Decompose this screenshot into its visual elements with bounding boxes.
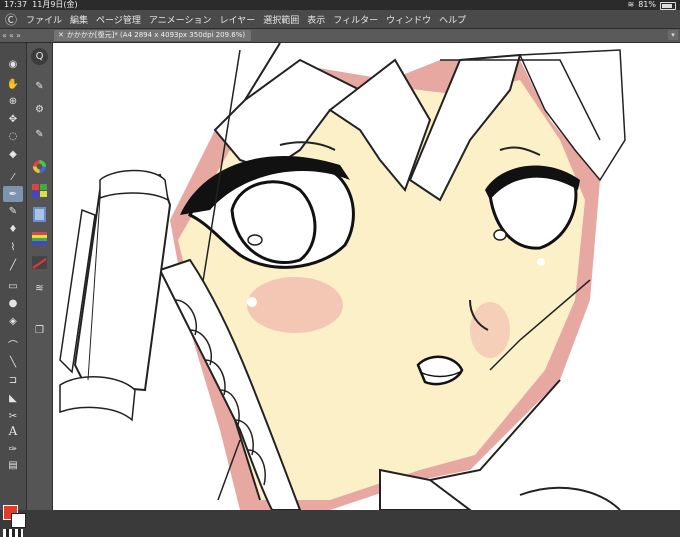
menu-edit[interactable]: 編集 — [70, 13, 88, 26]
airbrush-icon[interactable]: ⌇ — [3, 239, 23, 255]
menu-view[interactable]: 表示 — [307, 13, 325, 26]
approximate-color-icon[interactable] — [30, 205, 49, 223]
document-tab[interactable]: ✕ かかかか[復元]* (A4 2894 x 4093px 350dpi 209.… — [54, 30, 252, 41]
sub-tool-palette: Q ✎ ⚙ ✎ ≋ ❐ — [27, 43, 53, 510]
brush-size-icon[interactable]: ✎ — [30, 125, 49, 143]
menu-page[interactable]: ページ管理 — [96, 13, 141, 26]
document-tab-bar: « « » ✕ かかかか[復元]* (A4 2894 x 4093px 350dp… — [0, 29, 680, 43]
correct-line-icon[interactable]: ◣ — [3, 390, 23, 406]
close-icon[interactable]: ✕ — [58, 31, 64, 39]
color-history-icon[interactable] — [30, 253, 49, 271]
layer-icon[interactable]: ≋ — [30, 279, 49, 297]
eyedropper-icon[interactable]: ⁄ — [3, 169, 23, 185]
layer-property-icon[interactable]: ❐ — [30, 321, 49, 339]
status-date: 11月9日(金) — [32, 0, 78, 9]
tool-palette: ◉ ✋ ⊕ ✥ ◌ ◆ ⁄ ✒ ✎ ♦ ⌇ ╱ ▭ ● ◈ ⌒ ╲ ⊐ ◣ ✂ … — [0, 43, 27, 537]
brush-setting-icon[interactable]: ✎ — [30, 77, 49, 95]
ruler-icon[interactable]: ⊐ — [3, 372, 23, 388]
operation-icon[interactable]: ◆ — [3, 146, 23, 162]
menu-window[interactable]: ウィンドウ — [386, 13, 431, 26]
figure-icon[interactable]: ⌒ — [3, 336, 23, 352]
intermediate-color-icon[interactable] — [30, 181, 49, 199]
lasso-icon[interactable]: ◌ — [3, 128, 23, 144]
menu-file[interactable]: ファイル — [26, 13, 62, 26]
background-color-swatch[interactable] — [11, 513, 26, 528]
status-bar: 17:37 11月9日(金) ≋ 81% — [0, 0, 680, 10]
battery-icon — [660, 1, 676, 10]
transparent-color-swatch[interactable] — [3, 529, 23, 537]
move-icon[interactable]: ✥ — [3, 111, 23, 127]
compass-icon[interactable]: ◉ — [3, 56, 23, 72]
menu-bar: Ⓒ ファイル 編集 ページ管理 アニメーション レイヤー 選択範囲 表示 フィル… — [0, 10, 680, 29]
status-time: 17:37 — [4, 0, 28, 9]
fill-icon[interactable]: ● — [3, 295, 23, 311]
wifi-icon: ≋ — [627, 0, 635, 9]
drawing-canvas[interactable] — [53, 43, 680, 510]
speech-icon[interactable]: ✑ — [3, 441, 23, 457]
document-tab-title: かかかか[復元]* (A4 2894 x 4093px 350dpi 209.6… — [66, 31, 246, 39]
blend-icon[interactable]: ╱ — [3, 257, 23, 273]
color-wheel-icon[interactable] — [30, 157, 49, 175]
menu-animation[interactable]: アニメーション — [149, 13, 212, 26]
ruler-2-icon[interactable]: ▤ — [3, 457, 23, 473]
pencil-icon[interactable]: ✎ — [3, 203, 23, 219]
eraser-icon[interactable]: ▭ — [3, 278, 23, 294]
hand-icon[interactable]: ✋ — [3, 76, 23, 92]
color-set-icon[interactable] — [30, 229, 49, 247]
zoom-icon[interactable]: ⊕ — [3, 93, 23, 109]
gear-icon[interactable]: ⚙ — [30, 100, 49, 118]
gradient-icon[interactable]: ◈ — [3, 313, 23, 329]
panel-collapse-icon[interactable]: « « » — [2, 29, 21, 42]
battery-fill — [662, 3, 672, 8]
brush-icon[interactable]: ♦ — [3, 221, 23, 237]
app-logo-icon[interactable]: Ⓒ — [0, 10, 22, 28]
menu-selection[interactable]: 選択範囲 — [263, 13, 299, 26]
menu-help[interactable]: ヘルプ — [439, 13, 466, 26]
artwork — [59, 43, 626, 510]
menu-filter[interactable]: フィルター — [333, 13, 378, 26]
tab-menu-icon[interactable]: ▾ — [668, 30, 678, 40]
quick-access-icon[interactable]: Q — [31, 48, 48, 65]
pen-icon[interactable]: ✒ — [3, 186, 23, 202]
balloon-icon[interactable]: ✂ — [3, 408, 23, 424]
menu-layer[interactable]: レイヤー — [220, 13, 256, 26]
frame-icon[interactable]: ╲ — [3, 354, 23, 370]
battery-percent: 81% — [638, 0, 656, 9]
text-icon[interactable]: A — [3, 423, 23, 439]
